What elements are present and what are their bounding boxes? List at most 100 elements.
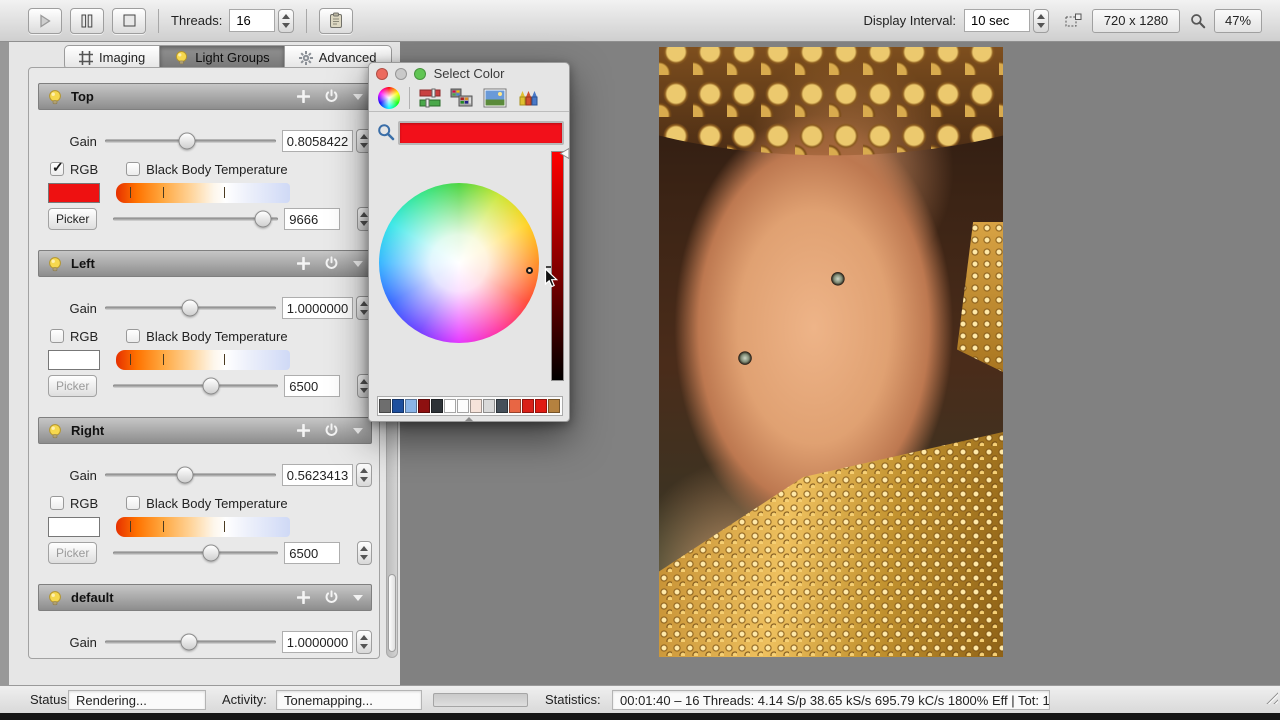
rgb-label: RGB <box>70 162 98 177</box>
display-interval-input[interactable] <box>964 9 1030 32</box>
light-group-header[interactable]: Top <box>38 83 372 110</box>
gain-slider[interactable] <box>105 296 276 320</box>
threads-stepper[interactable] <box>278 9 294 33</box>
picker-value-field[interactable]: 6500 <box>284 375 339 397</box>
image-palettes-mode-icon[interactable] <box>483 88 507 108</box>
color-swatch[interactable] <box>548 399 560 413</box>
picker-value-field[interactable]: 6500 <box>284 542 339 564</box>
color-swatch[interactable] <box>418 399 430 413</box>
add-light-group-icon[interactable] <box>297 257 310 270</box>
rgb-checkbox[interactable] <box>50 162 64 176</box>
add-light-group-icon[interactable] <box>297 591 310 604</box>
color-swatch[interactable] <box>535 399 547 413</box>
window-resize-grip[interactable] <box>1263 689 1278 704</box>
black-body-checkbox[interactable] <box>126 162 140 176</box>
add-light-group-icon[interactable] <box>297 424 310 437</box>
gain-value-field[interactable]: 1.0000000 <box>282 297 353 319</box>
swatch-drawer-handle[interactable] <box>464 417 474 422</box>
gain-stepper[interactable] <box>356 463 372 487</box>
power-toggle-icon[interactable] <box>324 256 339 271</box>
statistics-value-field: 00:01:40 – 16 Threads: 4.14 S/p 38.65 kS… <box>612 690 1050 710</box>
gain-value-field[interactable]: 1.0000000 <box>282 631 353 653</box>
picker-button[interactable]: Picker <box>48 208 97 230</box>
slider-knob[interactable] <box>182 300 199 317</box>
copy-to-clipboard-button[interactable] <box>319 8 353 34</box>
color-swatch[interactable] <box>522 399 534 413</box>
picker-slider[interactable] <box>113 207 278 231</box>
slider-knob[interactable] <box>177 467 194 484</box>
black-body-gradient-bar[interactable] <box>116 350 290 370</box>
color-swatch[interactable] <box>483 399 495 413</box>
color-swatch[interactable] <box>509 399 521 413</box>
stepper-up-icon <box>1037 14 1045 19</box>
slider-knob[interactable] <box>178 133 195 150</box>
color-swatch[interactable] <box>470 399 482 413</box>
collapse-chevron-icon[interactable] <box>353 261 363 267</box>
gain-slider[interactable] <box>105 463 276 487</box>
color-swatch[interactable] <box>496 399 508 413</box>
picker-slider[interactable] <box>113 374 278 398</box>
status-value-field: Rendering... <box>68 690 206 710</box>
slider-knob[interactable] <box>202 545 219 562</box>
gain-slider[interactable] <box>105 630 276 654</box>
slider-knob[interactable] <box>180 634 197 651</box>
light-group-header[interactable]: Left <box>38 250 372 277</box>
slider-knob[interactable] <box>202 378 219 395</box>
picker-button[interactable]: Picker <box>48 542 97 564</box>
brightness-slider-handle[interactable] <box>559 147 570 160</box>
color-picker-magnifier-icon[interactable] <box>377 123 395 141</box>
picker-slider[interactable] <box>113 541 278 565</box>
color-swatch[interactable] <box>444 399 456 413</box>
picker-stepper[interactable] <box>357 541 372 565</box>
color-wheel-mode-icon[interactable] <box>378 87 400 109</box>
lightbulb-icon <box>47 256 63 272</box>
power-toggle-icon[interactable] <box>324 423 339 438</box>
status-label: Status: <box>30 692 70 707</box>
black-body-gradient-bar[interactable] <box>116 183 290 203</box>
color-swatch[interactable] <box>405 399 417 413</box>
play-button[interactable] <box>28 8 62 34</box>
light-group-header[interactable]: default <box>38 584 372 611</box>
rgb-checkbox[interactable] <box>50 496 64 510</box>
picker-button[interactable]: Picker <box>48 375 97 397</box>
light-color-swatch[interactable] <box>48 350 100 370</box>
power-toggle-icon[interactable] <box>324 89 339 104</box>
rgb-checkbox[interactable] <box>50 329 64 343</box>
gain-stepper[interactable] <box>356 630 372 654</box>
light-color-swatch[interactable] <box>48 183 100 203</box>
display-interval-stepper[interactable] <box>1033 9 1049 33</box>
color-swatch[interactable] <box>457 399 469 413</box>
black-body-checkbox[interactable] <box>126 329 140 343</box>
color-wheel-selection-marker[interactable] <box>526 267 533 274</box>
gain-value-field[interactable]: 0.5623413 <box>282 464 353 486</box>
gain-value-field[interactable]: 0.8058422 <box>282 130 353 152</box>
picker-value-field[interactable]: 9666 <box>284 208 339 230</box>
sliders-mode-icon[interactable] <box>419 88 441 108</box>
gain-slider[interactable] <box>105 129 276 153</box>
pause-button[interactable] <box>70 8 104 34</box>
slider-knob[interactable] <box>255 211 272 228</box>
stop-button[interactable] <box>112 8 146 34</box>
palette-mode-icon[interactable] <box>450 88 474 108</box>
color-wheel[interactable] <box>379 183 539 343</box>
light-color-swatch[interactable] <box>48 517 100 537</box>
progress-bar <box>433 693 528 707</box>
collapse-chevron-icon[interactable] <box>353 595 363 601</box>
crayons-mode-icon[interactable] <box>516 88 540 108</box>
black-body-gradient-bar[interactable] <box>116 517 290 537</box>
collapse-chevron-icon[interactable] <box>353 94 363 100</box>
light-group-header[interactable]: Right <box>38 417 372 444</box>
scrollbar-thumb[interactable] <box>388 574 396 652</box>
threads-input[interactable] <box>229 9 275 32</box>
resize-dimensions-icon[interactable] <box>1065 13 1082 28</box>
brightness-slider[interactable] <box>551 151 564 381</box>
color-swatch[interactable] <box>431 399 443 413</box>
power-toggle-icon[interactable] <box>324 590 339 605</box>
collapse-chevron-icon[interactable] <box>353 428 363 434</box>
dialog-titlebar[interactable]: Select Color <box>369 63 569 84</box>
add-light-group-icon[interactable] <box>297 90 310 103</box>
color-swatch[interactable] <box>392 399 404 413</box>
color-swatch[interactable] <box>379 399 391 413</box>
zoom-magnifier-icon[interactable] <box>1190 13 1206 29</box>
black-body-checkbox[interactable] <box>126 496 140 510</box>
